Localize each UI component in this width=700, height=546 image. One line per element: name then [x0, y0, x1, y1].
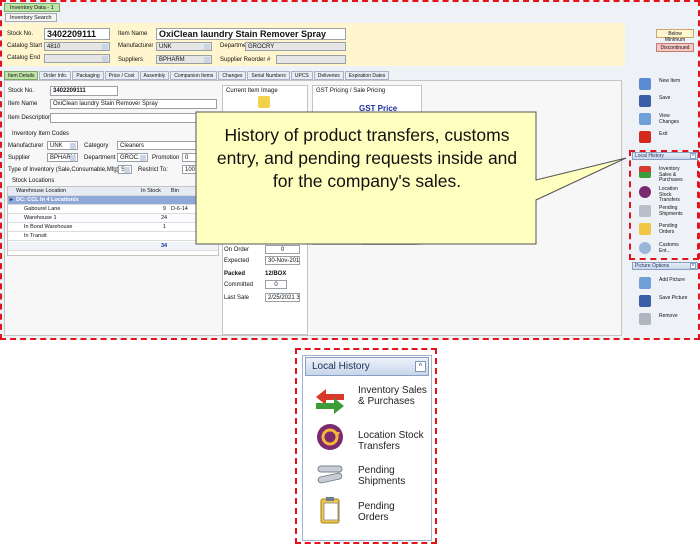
zoom-sales-purchases-arrows-icon [316, 389, 344, 414]
zoom-item-pending-shipments[interactable]: Pending Shipments [358, 465, 428, 487]
zoom-collapse-chevron-icon[interactable]: ^ [415, 361, 426, 372]
zoom-item-sales-purchases[interactable]: Inventory Sales & Purchases [358, 385, 428, 407]
zoom-stock-transfer-cycle-icon [317, 424, 343, 450]
zoom-item-pending-orders[interactable]: Pending Orders [358, 501, 428, 523]
zoom-pending-shipments-icon [317, 465, 343, 484]
zoom-item-stock-transfers[interactable]: Location Stock Transfers [358, 430, 430, 452]
callout-text: History of product transfers, customs en… [216, 125, 518, 191]
zoom-pending-orders-clipboard-icon [320, 497, 340, 524]
zoom-local-history-title: Local History [312, 361, 370, 372]
